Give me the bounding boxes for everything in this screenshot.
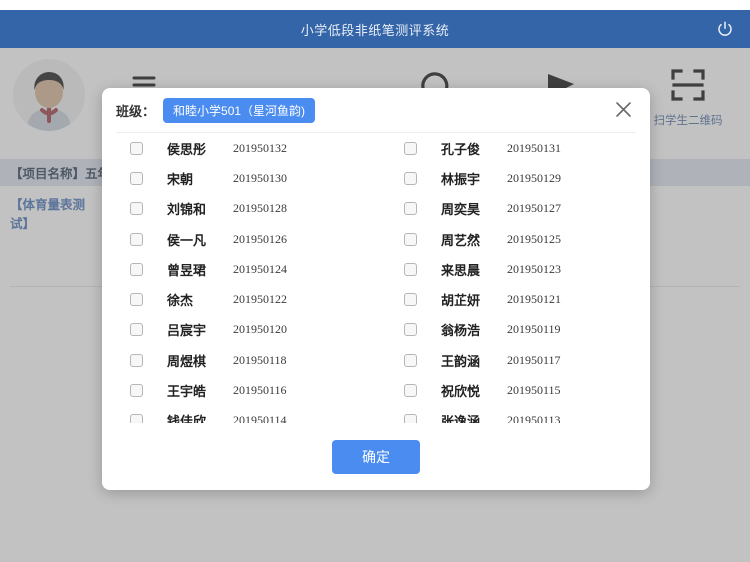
student-checkbox[interactable]: [404, 353, 417, 367]
student-checkbox[interactable]: [404, 202, 417, 216]
student-checkbox[interactable]: [130, 353, 143, 367]
student-row[interactable]: 徐杰 201950122: [102, 284, 376, 314]
student-name: 刘锦和: [167, 202, 207, 218]
student-row[interactable]: 宋朝 201950130: [102, 163, 376, 193]
student-checkbox[interactable]: [404, 232, 417, 246]
student-id: 201950120: [233, 322, 287, 337]
close-icon[interactable]: [610, 96, 636, 122]
student-checkbox[interactable]: [130, 202, 143, 216]
student-name: 曾昱珺: [167, 262, 207, 278]
student-checkbox[interactable]: [130, 293, 143, 307]
student-row[interactable]: 钱佳欣 201950114: [102, 406, 376, 423]
student-id: 201950121: [507, 292, 561, 307]
student-row[interactable]: 王宇皓 201950116: [102, 375, 376, 405]
student-checkbox[interactable]: [130, 141, 143, 155]
student-name: 钱佳欣: [167, 414, 207, 423]
student-row[interactable]: 吕宸宇 201950120: [102, 315, 376, 345]
student-name: 孔子俊: [441, 141, 481, 157]
student-name: 林振宇: [441, 171, 481, 187]
student-select-dialog: 班级： 和睦小学501（星河鱼韵) 侯思彤 201950132 孔子俊 2019501…: [102, 88, 650, 490]
student-name: 王宇皓: [167, 384, 207, 400]
confirm-button[interactable]: 确定: [332, 439, 420, 474]
student-id: 201950126: [233, 231, 287, 246]
student-id: 201950130: [233, 170, 287, 185]
student-name: 张逸涵: [441, 414, 481, 423]
student-id: 201950114: [233, 413, 287, 423]
student-row[interactable]: 曾昱珺 201950124: [102, 254, 376, 284]
student-name: 侯一凡: [167, 232, 207, 248]
student-row[interactable]: 祝欣悦 201950115: [376, 375, 650, 405]
student-name: 王韵涵: [441, 353, 481, 369]
student-checkbox[interactable]: [404, 384, 417, 398]
student-checkbox[interactable]: [130, 262, 143, 276]
student-row[interactable]: 张逸涵 201950113: [376, 406, 650, 423]
student-id: 201950129: [507, 170, 561, 185]
class-selector-pill[interactable]: 和睦小学501（星河鱼韵): [163, 97, 316, 123]
student-row[interactable]: 刘锦和 201950128: [102, 194, 376, 224]
student-checkbox[interactable]: [404, 323, 417, 337]
student-name: 周奕昊: [441, 202, 481, 218]
student-name: 周艺然: [441, 232, 481, 248]
dialog-footer: 确定: [102, 423, 650, 490]
student-list-scroll[interactable]: 侯思彤 201950132 孔子俊 201950131 宋朝 201950130 林振宇 20…: [102, 133, 650, 423]
student-row[interactable]: 周奕昊 201950127: [376, 194, 650, 224]
student-checkbox[interactable]: [404, 414, 417, 423]
student-id: 201950128: [233, 201, 287, 216]
student-id: 201950117: [507, 352, 561, 367]
student-checkbox[interactable]: [130, 232, 143, 246]
student-id: 201950122: [233, 292, 287, 307]
student-checkbox[interactable]: [130, 414, 143, 423]
student-id: 201950113: [507, 413, 561, 423]
student-name: 来思晨: [441, 262, 481, 278]
student-name: 祝欣悦: [441, 384, 481, 400]
dialog-header: 班级： 和睦小学501（星河鱼韵): [102, 88, 650, 132]
student-row[interactable]: 侯思彤 201950132: [102, 133, 376, 163]
student-id: 201950116: [233, 383, 287, 398]
student-list: 侯思彤 201950132 孔子俊 201950131 宋朝 201950130 林振宇 20…: [102, 133, 650, 423]
student-checkbox[interactable]: [404, 141, 417, 155]
student-name: 翁杨浩: [441, 323, 481, 339]
student-id: 201950124: [233, 261, 287, 276]
student-row[interactable]: 林振宇 201950129: [376, 163, 650, 193]
student-name: 侯思彤: [167, 141, 207, 157]
student-row[interactable]: 来思晨 201950123: [376, 254, 650, 284]
class-label: 班级：: [116, 103, 156, 119]
student-name: 徐杰: [167, 293, 194, 309]
student-id: 201950127: [507, 201, 561, 216]
student-name: 宋朝: [167, 171, 194, 187]
student-row[interactable]: 王韵涵 201950117: [376, 345, 650, 375]
student-checkbox[interactable]: [130, 171, 143, 185]
app-header: 小学低段非纸笔测评系统: [0, 10, 750, 48]
student-checkbox[interactable]: [404, 171, 417, 185]
student-id: 201950115: [507, 383, 561, 398]
student-row[interactable]: 胡芷妍 201950121: [376, 284, 650, 314]
student-row[interactable]: 周艺然 201950125: [376, 224, 650, 254]
student-id: 201950132: [233, 140, 287, 155]
student-checkbox[interactable]: [130, 384, 143, 398]
page-title: 小学低段非纸笔测评系统: [300, 22, 450, 38]
student-checkbox[interactable]: [404, 293, 417, 307]
student-name: 周煜棋: [167, 353, 207, 369]
student-row[interactable]: 翁杨浩 201950119: [376, 315, 650, 345]
student-checkbox[interactable]: [404, 262, 417, 276]
student-checkbox[interactable]: [130, 323, 143, 337]
student-name: 吕宸宇: [167, 323, 207, 339]
student-row[interactable]: 侯一凡 201950126: [102, 224, 376, 254]
student-name: 胡芷妍: [441, 293, 481, 309]
student-id: 201950123: [507, 261, 561, 276]
power-icon[interactable]: [714, 18, 736, 40]
app-root: 小学低段非纸笔测评系统 扫学生二维码 【体育量表测试】 班级： 和睦小学501（…: [0, 0, 750, 562]
student-row[interactable]: 周煜棋 201950118: [102, 345, 376, 375]
student-id: 201950118: [233, 352, 287, 367]
student-id: 201950131: [507, 140, 561, 155]
student-id: 201950125: [507, 231, 561, 246]
student-row[interactable]: 孔子俊 201950131: [376, 133, 650, 163]
student-id: 201950119: [507, 322, 561, 337]
